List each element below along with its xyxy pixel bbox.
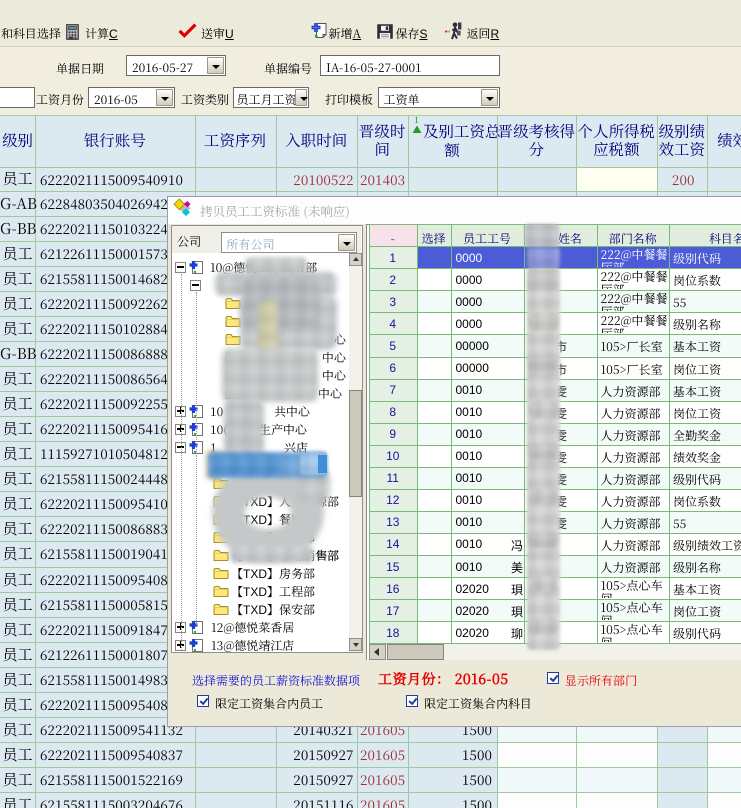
svg-text:1: 1 bbox=[414, 113, 419, 126]
